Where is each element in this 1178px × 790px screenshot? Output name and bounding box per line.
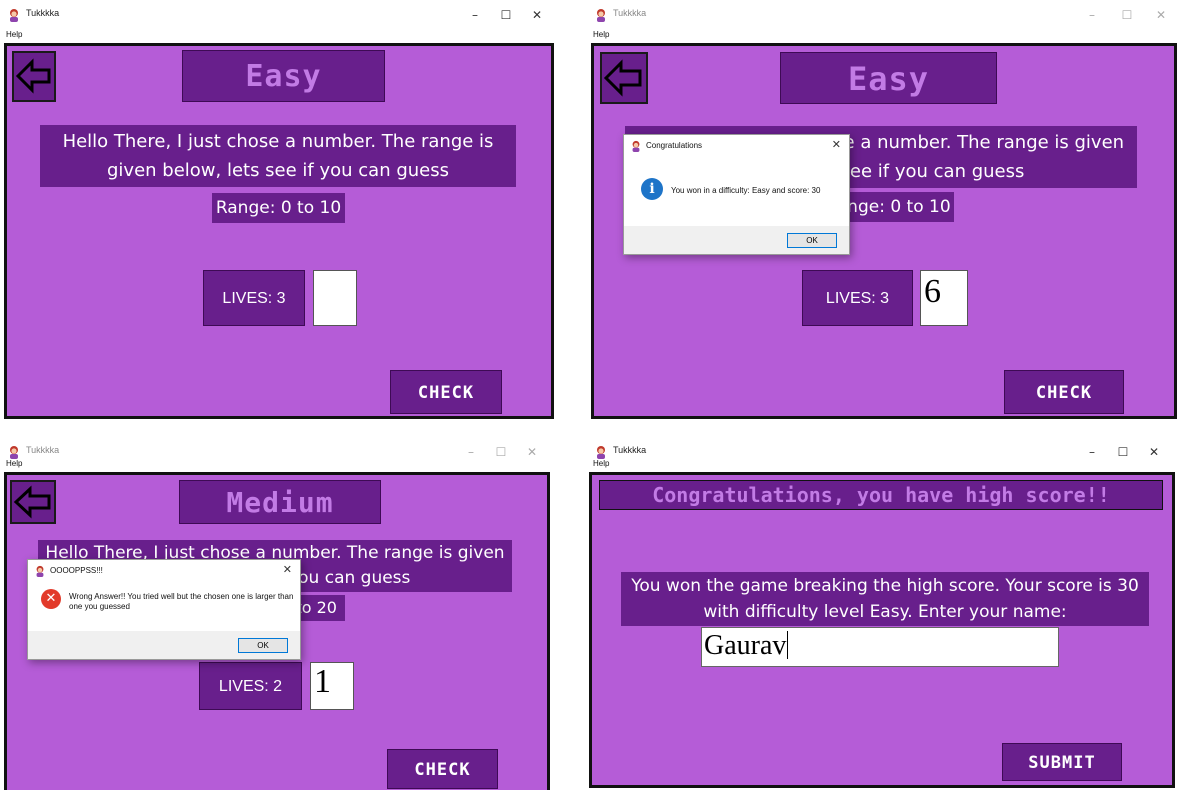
difficulty-label: Medium	[179, 480, 381, 524]
check-button[interactable]: CHECK	[390, 370, 502, 414]
window-title: Tukkkka	[26, 445, 60, 455]
minimize-button[interactable]: –	[1083, 6, 1101, 24]
difficulty-label: Easy	[182, 50, 385, 102]
title-bar[interactable]: Tukkkka – ☐ ✕	[0, 0, 556, 30]
app-avatar-icon	[10, 9, 18, 22]
app-avatar-icon	[597, 9, 605, 22]
maximize-button[interactable]: ☐	[497, 6, 515, 24]
maximize-button[interactable]: ☐	[1118, 6, 1136, 24]
high-score-message: You won the game breaking the high score…	[621, 572, 1149, 626]
check-button[interactable]: CHECK	[387, 749, 498, 789]
app-avatar-icon	[36, 565, 44, 577]
player-name-value: Gaurav	[704, 630, 787, 661]
menu-bar: Help	[587, 30, 1178, 42]
dialog-close-button[interactable]: ✕	[283, 563, 292, 576]
game-window-easy-won: Tukkkka – ☐ ✕ Help Easy Hello There, I j…	[587, 0, 1178, 422]
app-avatar-icon	[632, 140, 640, 152]
text-caret	[787, 631, 789, 659]
dialog-message: You won in a difficulty: Easy and score:…	[671, 186, 821, 195]
app-avatar-icon	[10, 446, 18, 459]
minimize-button[interactable]: –	[466, 6, 484, 24]
close-button[interactable]: ✕	[1152, 6, 1170, 24]
dialog-footer: OK	[28, 631, 300, 659]
back-button[interactable]	[12, 51, 56, 102]
intro-message: Hello There, I just chose a number. The …	[40, 125, 516, 187]
window-title: Tukkkka	[613, 445, 647, 455]
error-icon: ✕	[41, 589, 61, 609]
game-window-medium: Tukkkka – ☐ ✕ Help Medium Hello There, I…	[0, 437, 552, 790]
game-canvas: Easy Hello There, I just chose a number.…	[4, 43, 554, 419]
menu-help[interactable]: Help	[593, 30, 609, 39]
player-name-input[interactable]: Gaurav	[701, 627, 1059, 667]
guess-input[interactable]: 1	[310, 662, 354, 710]
dialog-title: OOOOPPSS!!!	[50, 566, 103, 575]
high-score-window: Tukkkka – ☐ ✕ Help Congratulations, you …	[587, 437, 1178, 790]
dialog-footer: OK	[624, 226, 849, 254]
submit-button[interactable]: SUBMIT	[1002, 743, 1122, 781]
difficulty-label: Easy	[780, 52, 997, 104]
dialog-close-button[interactable]: ✕	[832, 138, 841, 151]
lives-counter: LIVES: 3	[802, 270, 913, 326]
wrong-answer-dialog: OOOOPPSS!!! ✕ ✕ Wrong Answer!! You tried…	[27, 559, 301, 660]
back-arrow-icon	[603, 59, 642, 97]
congratulations-dialog: Congratulations ✕ i You won in a difficu…	[623, 134, 850, 255]
dialog-title: Congratulations	[646, 141, 703, 150]
menu-bar: Help	[587, 459, 1178, 471]
ok-button[interactable]: OK	[238, 638, 288, 653]
menu-help[interactable]: Help	[6, 459, 22, 468]
back-button[interactable]	[10, 480, 56, 524]
back-arrow-icon	[13, 485, 51, 519]
lives-counter: LIVES: 2	[199, 662, 302, 710]
window-title: Tukkkka	[613, 8, 647, 18]
menu-bar: Help	[0, 459, 552, 471]
range-label: Range: 0 to 10	[212, 193, 345, 223]
game-canvas: Congratulations, you have high score!! Y…	[589, 472, 1175, 788]
lives-counter: LIVES: 3	[203, 270, 305, 326]
app-avatar-icon	[597, 446, 605, 459]
guess-input[interactable]: 6	[920, 270, 968, 326]
menu-help[interactable]: Help	[593, 459, 609, 468]
close-button[interactable]: ✕	[528, 6, 546, 24]
game-window-easy: Tukkkka – ☐ ✕ Help Easy Hello There, I j…	[0, 0, 556, 422]
back-button[interactable]	[600, 52, 648, 104]
menu-bar: Help	[0, 30, 556, 42]
back-arrow-icon	[15, 58, 51, 94]
window-title: Tukkkka	[26, 8, 60, 18]
ok-button[interactable]: OK	[787, 233, 837, 248]
menu-help[interactable]: Help	[6, 30, 22, 39]
high-score-header: Congratulations, you have high score!!	[599, 480, 1163, 510]
check-button[interactable]: CHECK	[1004, 370, 1124, 414]
dialog-message: Wrong Answer!! You tried well but the ch…	[69, 592, 294, 611]
guess-input[interactable]	[313, 270, 357, 326]
title-bar[interactable]: Tukkkka – ☐ ✕	[587, 0, 1178, 30]
info-icon: i	[641, 178, 663, 200]
